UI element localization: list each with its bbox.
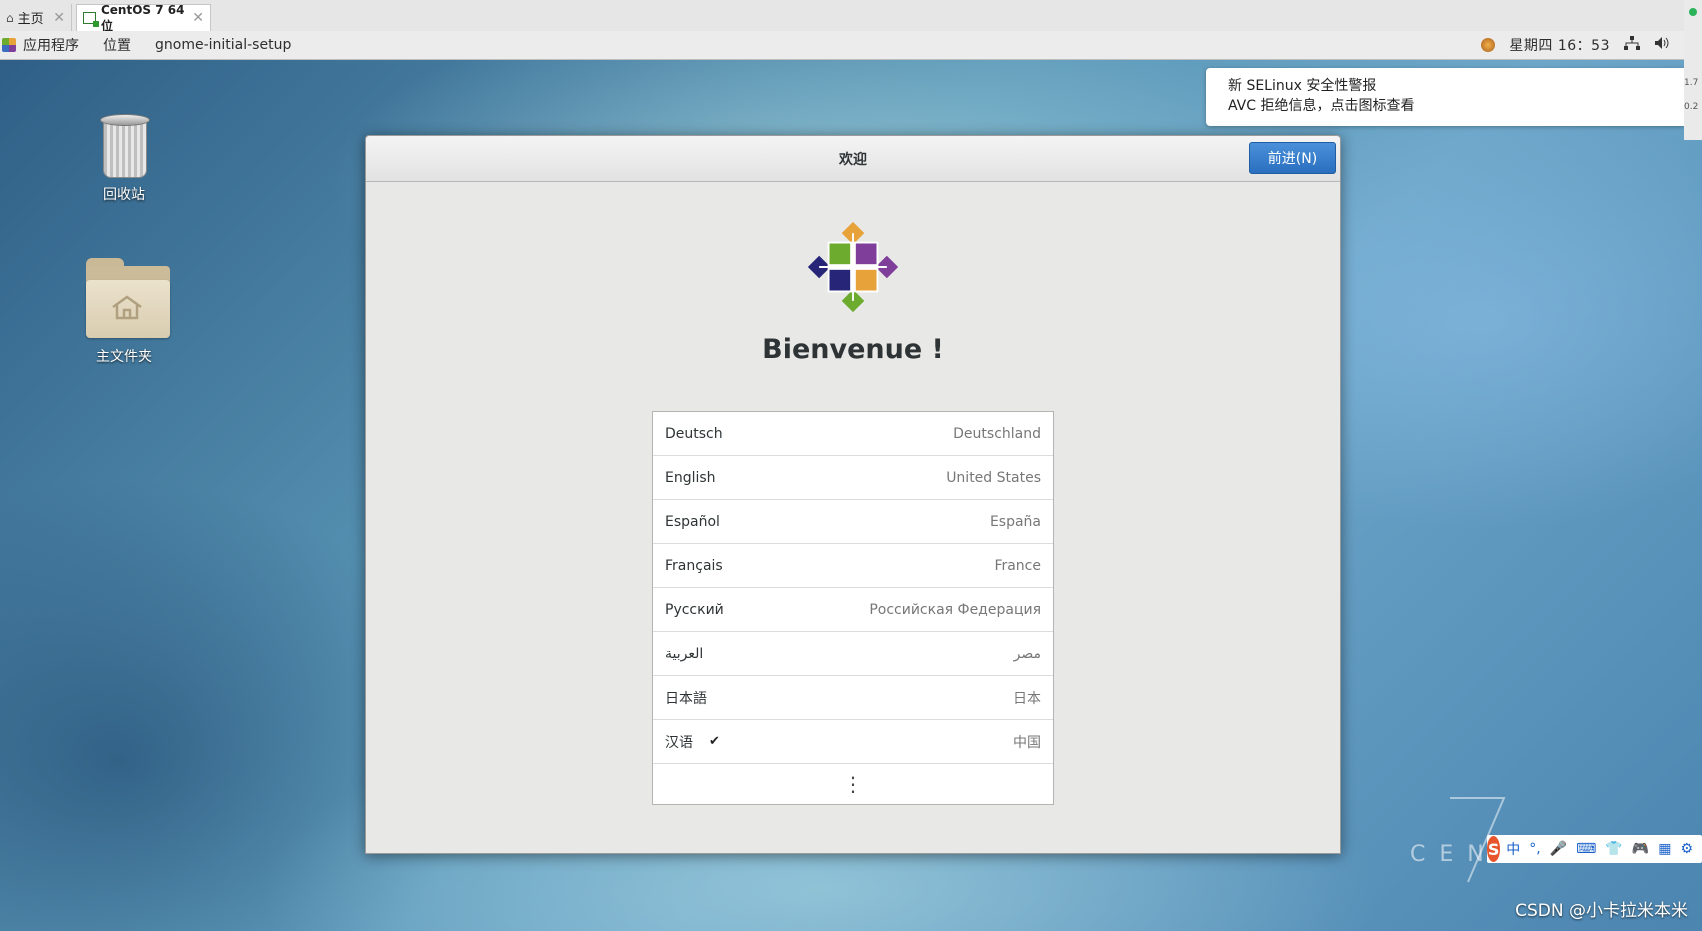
csdn-credit: CSDN @小卡拉米本米 <box>1515 901 1688 921</box>
trash-label: 回收站 <box>103 187 145 203</box>
tab-centos-vm[interactable]: CentOS 7 64 位 ✕ <box>76 2 211 33</box>
language-row-espanol[interactable]: Español España <box>653 500 1053 544</box>
language-name: 日本語 <box>665 690 707 707</box>
initial-setup-window: 欢迎 前进(N) Bienvenue ! Deutsch Deutschland… <box>365 135 1341 854</box>
close-icon[interactable]: ✕ <box>53 10 65 26</box>
sogou-logo-icon[interactable]: S <box>1487 836 1501 862</box>
selinux-indicator-icon[interactable] <box>1481 38 1496 52</box>
selinux-notification[interactable]: 新 SELinux 安全性警报 AVC 拒绝信息，点击图标查看 <box>1206 68 1684 126</box>
language-region: Российская Федерация <box>869 601 1041 618</box>
microphone-icon[interactable]: 🎤 <box>1550 841 1567 857</box>
language-row-arabic[interactable]: العربية مصر <box>653 632 1053 676</box>
welcome-heading: Bienvenue ! <box>762 334 944 365</box>
centos-logo-icon <box>807 221 899 313</box>
language-row-russian[interactable]: Русский Российская Федерация <box>653 588 1053 632</box>
vm-icon <box>83 12 99 27</box>
places-menu[interactable]: 位置 <box>103 35 131 55</box>
language-region: France <box>994 557 1041 574</box>
notification-body: AVC 拒绝信息，点击图标查看 <box>1228 98 1415 114</box>
ime-punctuation-toggle[interactable]: °, <box>1529 841 1540 857</box>
language-region: Deutschland <box>953 425 1041 442</box>
language-region: United States <box>946 469 1041 486</box>
ime-mode-toggle[interactable]: 中 <box>1506 839 1520 859</box>
status-dot-icon <box>1689 8 1697 16</box>
language-row-chinese[interactable]: 汉语 ✔ 中国 <box>653 720 1053 764</box>
language-name: English <box>665 469 716 486</box>
keyboard-icon[interactable]: ⌨ <box>1576 841 1596 857</box>
language-name: العربية <box>665 645 704 662</box>
applications-icon <box>2 38 16 52</box>
window-title: 欢迎 <box>839 152 867 168</box>
home-folder-label: 主文件夹 <box>96 349 152 365</box>
applications-menu[interactable]: 应用程序 <box>23 35 79 55</box>
trash-icon <box>98 114 150 178</box>
home-icon: ⌂ <box>6 10 14 25</box>
language-region: España <box>989 513 1041 530</box>
skin-icon[interactable]: 👕 <box>1605 841 1622 857</box>
vm-tab-bar: ⌂ 主页 ✕ CentOS 7 64 位 ✕ <box>0 0 1702 33</box>
more-languages-button[interactable]: ⋮ <box>653 764 1053 804</box>
tab-home-label: 主页 <box>17 12 44 27</box>
side-stat-1: 1.7 <box>1684 78 1699 88</box>
notification-title: 新 SELinux 安全性警报 <box>1228 78 1377 94</box>
language-row-francais[interactable]: Français France <box>653 544 1053 588</box>
home-folder-icon <box>86 258 170 338</box>
language-name: Français <box>665 557 723 574</box>
gnome-top-bar: 应用程序 位置 gnome-initial-setup 星期四 16：53 <box>0 31 1702 60</box>
next-button[interactable]: 前进(N) <box>1249 142 1336 174</box>
language-name: Deutsch <box>665 425 723 442</box>
desktop-icon-trash[interactable]: 回收站 <box>64 114 184 204</box>
language-region: 日本 <box>1013 690 1041 707</box>
desktop-icon-home-folder[interactable]: 主文件夹 <box>64 258 184 366</box>
app-menu[interactable]: gnome-initial-setup <box>155 37 291 53</box>
network-icon[interactable] <box>1624 36 1640 54</box>
language-region: 中国 <box>1013 734 1041 751</box>
ime-toolbar: S 中 °, 🎤 ⌨ 👕 🎮 ▦ ⚙ <box>1487 835 1702 863</box>
tab-vm-label: CentOS 7 64 位 <box>100 2 185 33</box>
tab-home[interactable]: ⌂ 主页 ✕ <box>0 4 72 31</box>
clock[interactable]: 星期四 16：53 <box>1509 35 1610 55</box>
language-name: 汉语 <box>665 734 693 751</box>
side-status-indicator: 1.7 0.2 <box>1684 0 1702 140</box>
language-row-english[interactable]: English United States <box>653 456 1053 500</box>
side-stat-2: 0.2 <box>1684 102 1699 112</box>
toolbox-icon[interactable]: ▦ <box>1658 841 1671 857</box>
window-titlebar: 欢迎 前进(N) <box>366 136 1340 182</box>
volume-icon[interactable] <box>1654 36 1670 54</box>
language-row-deutsch[interactable]: Deutsch Deutschland <box>653 412 1053 456</box>
settings-icon[interactable]: ⚙ <box>1680 841 1693 857</box>
language-name: Español <box>665 513 720 530</box>
language-list: Deutsch Deutschland English United State… <box>652 411 1054 805</box>
language-row-japanese[interactable]: 日本語 日本 <box>653 676 1053 720</box>
language-region: مصر <box>1013 645 1041 662</box>
game-icon[interactable]: 🎮 <box>1632 841 1649 857</box>
language-name: Русский <box>665 601 724 618</box>
close-icon[interactable]: ✕ <box>192 10 204 26</box>
checkmark-icon: ✔ <box>709 734 720 749</box>
